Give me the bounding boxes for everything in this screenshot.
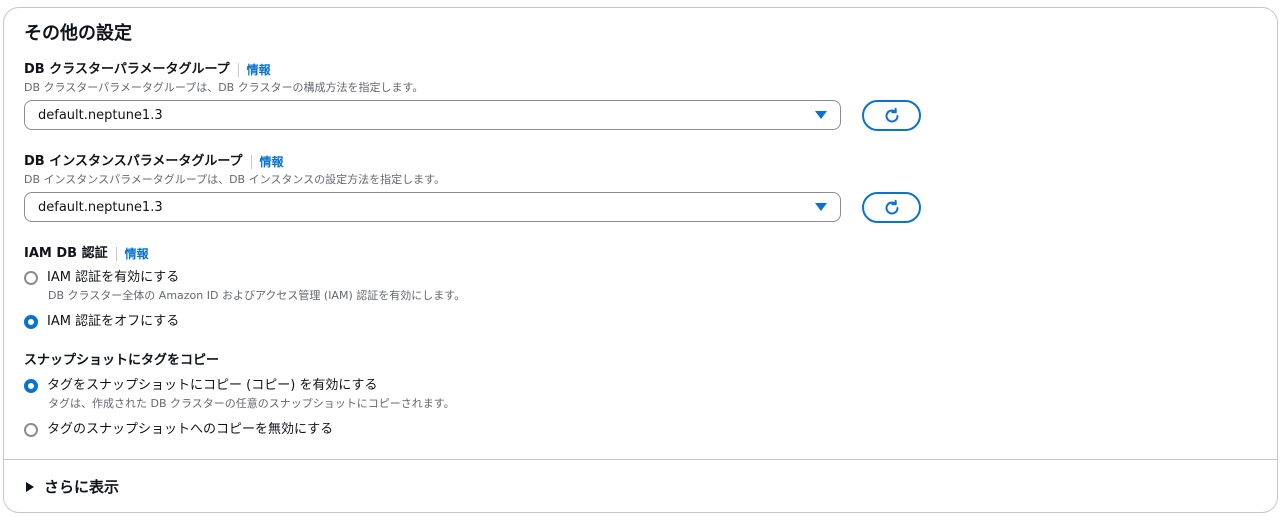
label-divider bbox=[115, 247, 117, 261]
show-more-expander[interactable]: さらに表示 bbox=[26, 477, 119, 497]
section-title: その他の設定 bbox=[24, 23, 132, 44]
copy-tags-disable-label: タグのスナップショットへのコピーを無効にする bbox=[47, 422, 334, 437]
caret-down-icon bbox=[815, 111, 827, 119]
cluster-param-group-label: DB クラスターパラメータグループ 情報 bbox=[24, 61, 271, 79]
iam-auth-enable-label: IAM 認証を有効にする bbox=[47, 270, 180, 285]
label-divider bbox=[237, 63, 239, 77]
iam-auth-disable-label: IAM 認証をオフにする bbox=[47, 314, 180, 329]
copy-tags-enable-label: タグをスナップショットにコピー (コピー) を有効にする bbox=[47, 378, 378, 393]
instance-param-group-label: DB インスタンスパラメータグループ 情報 bbox=[24, 153, 284, 171]
instance-param-group-refresh-button[interactable] bbox=[862, 192, 921, 223]
caret-right-icon bbox=[26, 482, 34, 492]
refresh-icon bbox=[885, 199, 898, 214]
instance-param-group-value: default.neptune1.3 bbox=[38, 200, 163, 215]
copy-tags-enable-description: タグは、作成された DB クラスターの任意のスナップショットにコピーされます。 bbox=[48, 397, 455, 410]
iam-auth-disable-option[interactable]: IAM 認証をオフにする bbox=[24, 313, 179, 330]
cluster-param-group-value: default.neptune1.3 bbox=[38, 108, 163, 123]
cluster-param-group-info-link[interactable]: 情報 bbox=[247, 61, 271, 79]
additional-settings-panel: その他の設定 DB クラスターパラメータグループ 情報 DB クラスターパラメー… bbox=[3, 7, 1278, 513]
instance-param-group-label-text: DB インスタンスパラメータグループ bbox=[24, 154, 243, 169]
cluster-param-group-select[interactable]: default.neptune1.3 bbox=[24, 100, 841, 130]
refresh-icon bbox=[885, 107, 898, 122]
radio-checked-icon[interactable] bbox=[24, 378, 38, 393]
copy-tags-enable-option[interactable]: タグをスナップショットにコピー (コピー) を有効にする bbox=[24, 377, 378, 394]
instance-param-group-info-link[interactable]: 情報 bbox=[260, 153, 284, 171]
show-more-label: さらに表示 bbox=[44, 478, 120, 496]
copy-tags-label-text: スナップショットにタグをコピー bbox=[24, 353, 220, 368]
radio-unchecked-icon[interactable] bbox=[24, 270, 38, 285]
caret-down-icon bbox=[815, 203, 827, 211]
radio-checked-icon[interactable] bbox=[24, 314, 38, 329]
copy-tags-label: スナップショットにタグをコピー bbox=[24, 352, 219, 370]
iam-auth-label-text: IAM DB 認証 bbox=[24, 246, 108, 261]
iam-auth-enable-option[interactable]: IAM 認証を有効にする bbox=[24, 269, 179, 286]
instance-param-group-description: DB インスタンスパラメータグループは、DB インスタンスの設定方法を指定します… bbox=[24, 173, 446, 186]
instance-param-group-select[interactable]: default.neptune1.3 bbox=[24, 192, 841, 222]
copy-tags-disable-option[interactable]: タグのスナップショットへのコピーを無効にする bbox=[24, 421, 333, 438]
iam-auth-info-link[interactable]: 情報 bbox=[125, 245, 149, 263]
radio-unchecked-icon[interactable] bbox=[24, 422, 38, 437]
cluster-param-group-label-text: DB クラスターパラメータグループ bbox=[24, 62, 230, 77]
section-divider bbox=[4, 459, 1277, 460]
cluster-param-group-refresh-button[interactable] bbox=[862, 100, 921, 131]
iam-auth-label: IAM DB 認証 情報 bbox=[24, 245, 149, 263]
label-divider bbox=[250, 155, 252, 169]
iam-auth-enable-description: DB クラスター全体の Amazon ID およびアクセス管理 (IAM) 認証… bbox=[48, 289, 466, 302]
cluster-param-group-description: DB クラスターパラメータグループは、DB クラスターの構成方法を指定します。 bbox=[24, 81, 424, 94]
